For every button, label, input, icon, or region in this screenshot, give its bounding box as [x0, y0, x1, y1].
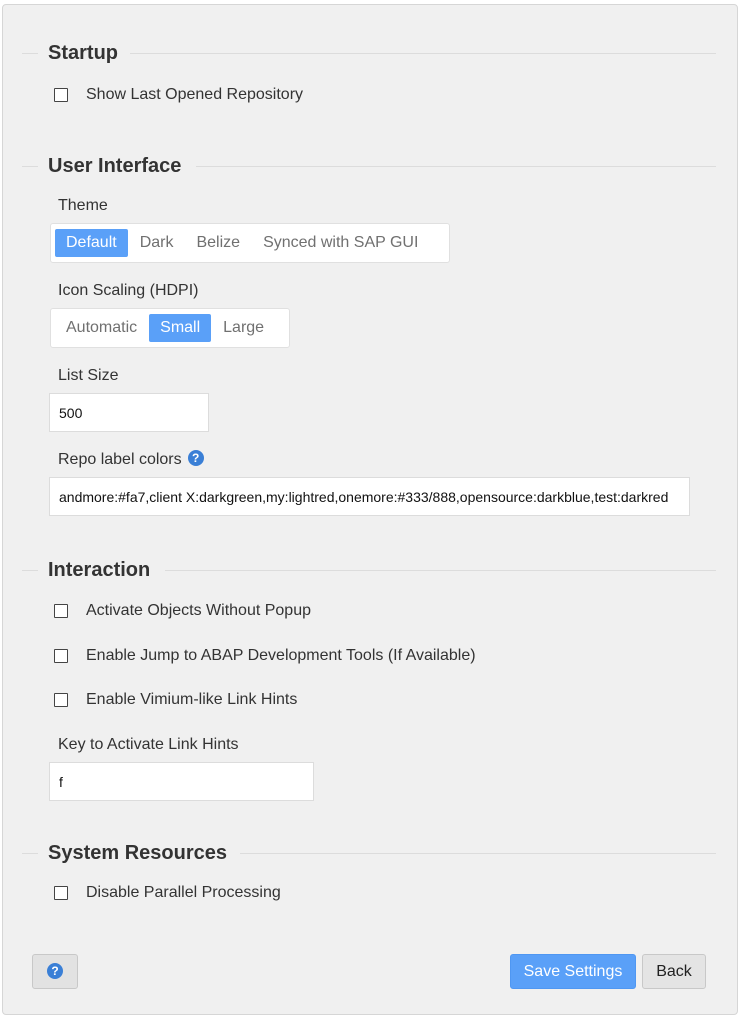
- show-last-repo-label: Show Last Opened Repository: [86, 86, 304, 103]
- show-last-repo-option[interactable]: Show Last Opened Repository: [54, 83, 303, 107]
- section-startup: Startup: [0, 38, 740, 68]
- section-interaction: Interaction: [0, 555, 740, 585]
- activate-objects-checkbox[interactable]: [54, 604, 68, 618]
- divider: [22, 166, 38, 167]
- list-size-input[interactable]: [49, 393, 209, 432]
- icon-scaling-option-large[interactable]: Large: [212, 314, 275, 342]
- repo-label-colors-label: Repo label colors?: [58, 449, 204, 469]
- theme-option-synced[interactable]: Synced with SAP GUI: [252, 229, 429, 257]
- list-size-label: List Size: [58, 367, 119, 384]
- disable-parallel-option[interactable]: Disable Parallel Processing: [54, 881, 281, 905]
- save-settings-button[interactable]: Save Settings: [510, 954, 636, 989]
- theme-option-belize[interactable]: Belize: [185, 229, 251, 257]
- section-title-system-resources: System Resources: [48, 838, 239, 868]
- enable-vimium-option[interactable]: Enable Vimium-like Link Hints: [54, 688, 297, 712]
- enable-jump-checkbox[interactable]: [54, 649, 68, 663]
- repo-label-colors-text: Repo label colors: [58, 451, 182, 468]
- back-button[interactable]: Back: [642, 954, 706, 989]
- section-system-resources: System Resources: [0, 838, 740, 868]
- theme-option-default[interactable]: Default: [55, 229, 128, 257]
- show-last-repo-checkbox[interactable]: [54, 88, 68, 102]
- activate-objects-label: Activate Objects Without Popup: [86, 602, 311, 619]
- help-button[interactable]: ?: [32, 954, 78, 989]
- section-user-interface: User Interface: [0, 151, 740, 181]
- enable-vimium-label: Enable Vimium-like Link Hints: [86, 691, 298, 708]
- enable-jump-label: Enable Jump to ABAP Development Tools (I…: [86, 647, 476, 664]
- theme-option-dark[interactable]: Dark: [129, 229, 185, 257]
- divider: [165, 570, 716, 571]
- divider: [240, 853, 716, 854]
- divider: [22, 570, 38, 571]
- divider: [130, 53, 716, 54]
- theme-label: Theme: [58, 197, 108, 214]
- section-title-interaction: Interaction: [48, 555, 163, 585]
- repo-label-colors-input[interactable]: [49, 477, 690, 516]
- divider: [22, 853, 38, 854]
- icon-scaling-selector: Automatic Small Large: [50, 308, 290, 348]
- help-icon: ?: [47, 962, 63, 979]
- disable-parallel-checkbox[interactable]: [54, 886, 68, 900]
- section-title-user-interface: User Interface: [48, 151, 194, 181]
- enable-vimium-checkbox[interactable]: [54, 693, 68, 707]
- icon-scaling-option-automatic[interactable]: Automatic: [55, 314, 148, 342]
- icon-scaling-label: Icon Scaling (HDPI): [58, 282, 199, 299]
- icon-scaling-option-small[interactable]: Small: [149, 314, 212, 342]
- activate-objects-option[interactable]: Activate Objects Without Popup: [54, 599, 311, 623]
- divider: [196, 166, 716, 167]
- help-icon[interactable]: ?: [187, 449, 204, 466]
- enable-jump-option[interactable]: Enable Jump to ABAP Development Tools (I…: [54, 644, 476, 668]
- link-hint-key-label: Key to Activate Link Hints: [58, 736, 239, 753]
- theme-selector: Default Dark Belize Synced with SAP GUI: [50, 223, 450, 263]
- link-hint-key-input[interactable]: [49, 762, 314, 801]
- divider: [22, 53, 38, 54]
- disable-parallel-label: Disable Parallel Processing: [86, 884, 281, 901]
- section-title-startup: Startup: [48, 38, 130, 68]
